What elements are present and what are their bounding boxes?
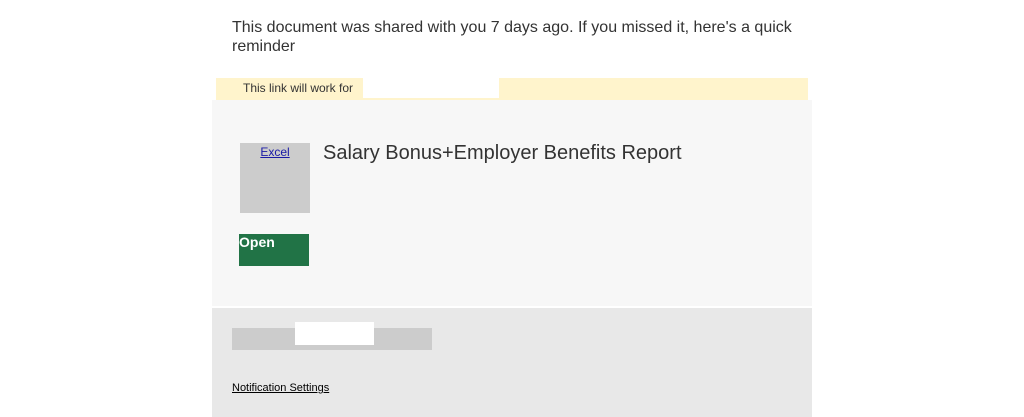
link-expiry-value: [363, 78, 499, 98]
document-card: Excel Salary Bonus+Employer Benefits Rep…: [212, 100, 812, 306]
link-expiry-banner: This link will work for: [216, 78, 808, 100]
email-page: This document was shared with you 7 days…: [0, 0, 1024, 417]
reminder-message: This document was shared with you 7 days…: [232, 19, 792, 55]
footer-logo-placeholder: [232, 322, 432, 350]
link-expiry-label: This link will work for: [243, 81, 354, 95]
open-button[interactable]: Open: [239, 234, 309, 266]
footer-logo-image: [295, 322, 374, 345]
notification-settings-link[interactable]: Notification Settings: [232, 382, 329, 395]
document-title: Salary Bonus+Employer Benefits Report: [323, 142, 682, 164]
document-thumbnail: Excel: [240, 143, 310, 213]
excel-icon-link[interactable]: Excel: [260, 145, 289, 159]
email-footer: Notification Settings: [212, 308, 812, 417]
